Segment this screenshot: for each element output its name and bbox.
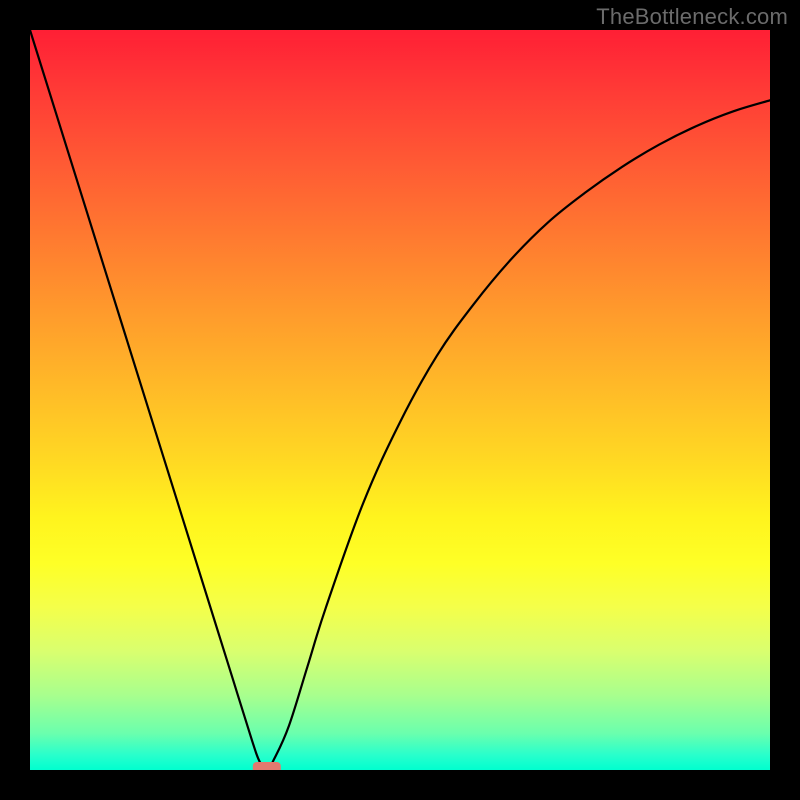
bottleneck-curve-svg <box>30 30 770 770</box>
chart-frame: TheBottleneck.com <box>0 0 800 800</box>
plot-area <box>30 30 770 770</box>
optimal-point-marker <box>253 762 281 770</box>
watermark-text: TheBottleneck.com <box>596 4 788 30</box>
bottleneck-curve <box>30 30 770 770</box>
